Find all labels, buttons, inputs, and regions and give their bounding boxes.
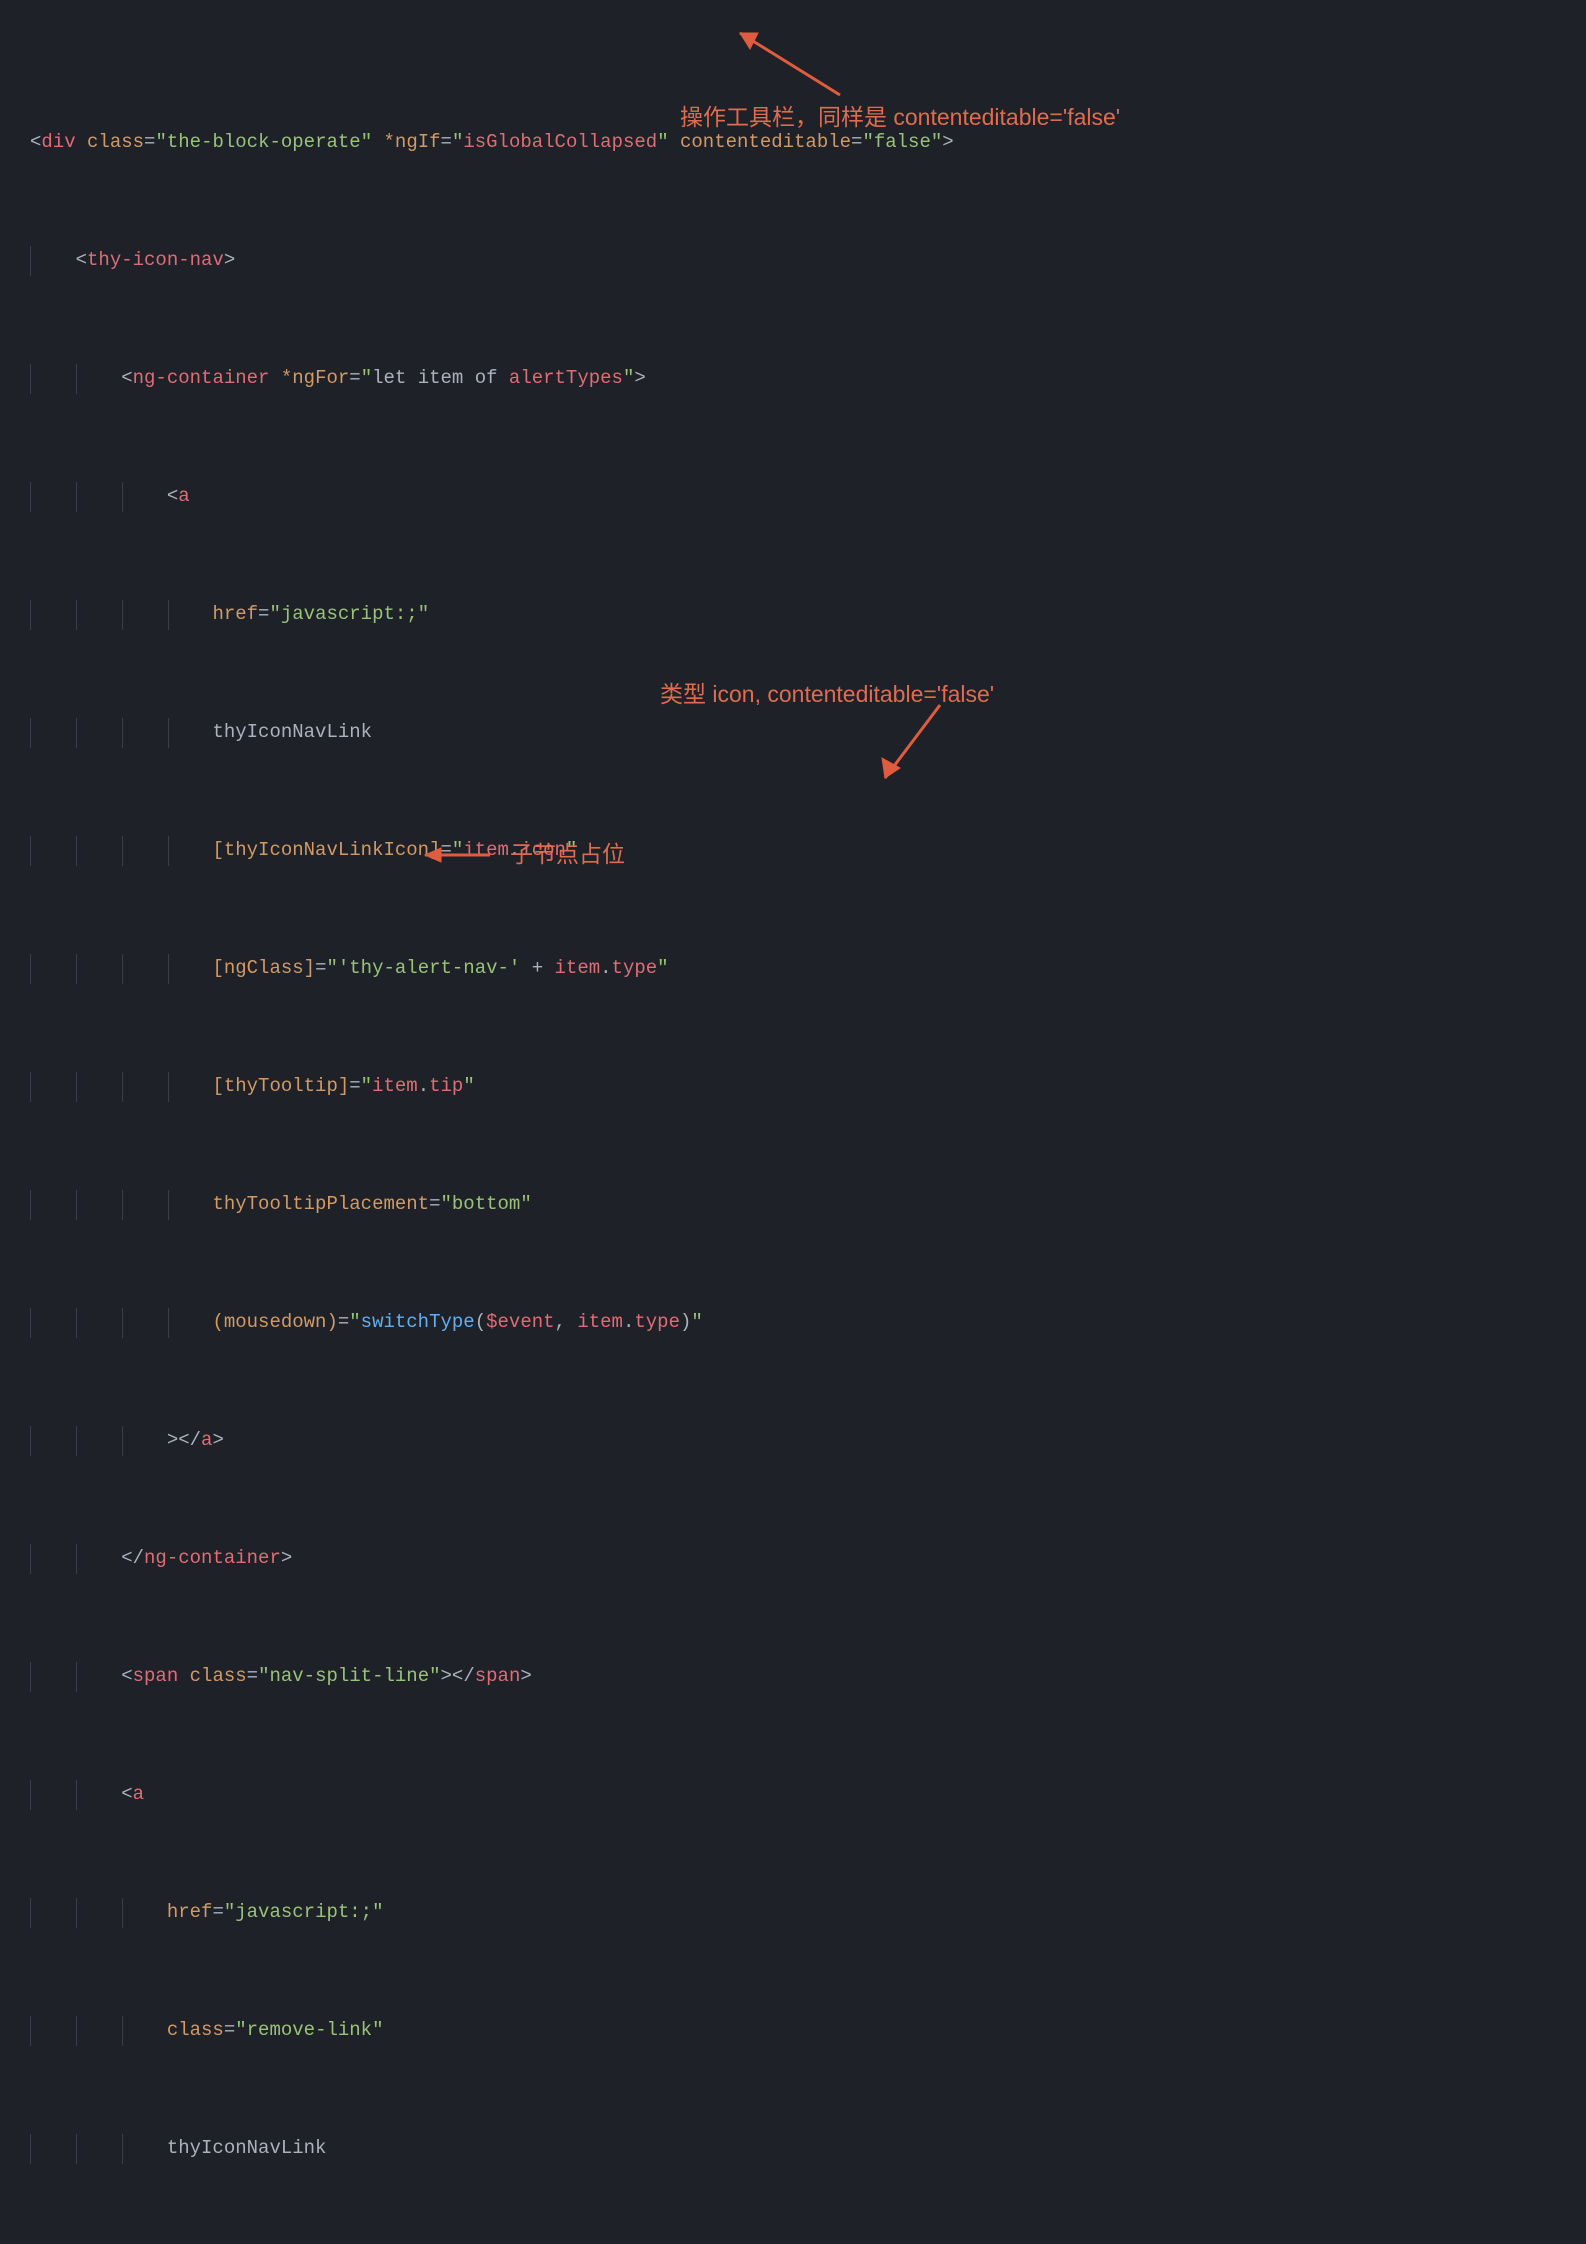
bracket: > [212, 1429, 223, 1451]
bracket: ></ [167, 1429, 201, 1451]
attr-value: false [874, 131, 931, 153]
attr-name: class [190, 1665, 247, 1687]
code-line[interactable]: <ng-container *ngFor="let item of alertT… [0, 364, 1586, 394]
attr-name: *ngFor [281, 367, 349, 389]
code-line[interactable]: [ngClass]="'thy-alert-nav-' + item.type" [0, 954, 1586, 984]
attr-name: [thyTooltip] [212, 1075, 349, 1097]
code-line[interactable]: [thyIconNavLinkIcon]="item.icon" [0, 836, 1586, 866]
annotation-icon: 类型 icon, contenteditable='false' [660, 680, 994, 710]
code-line[interactable]: <span class="nav-split-line"></span> [0, 1662, 1586, 1692]
attr-name: thyIconNavLink [212, 721, 372, 743]
tag-name: div [41, 131, 75, 153]
code-line[interactable]: thyTooltipPlacement="bottom" [0, 1190, 1586, 1220]
attr-value: let item of [372, 367, 509, 389]
attr-name: href [212, 603, 258, 625]
attr-name: thyTooltipPlacement [212, 1193, 429, 1215]
plus-op: + [520, 957, 554, 979]
code-line[interactable]: href="javascript:;" [0, 1898, 1586, 1928]
attr-value: the-block-operate [167, 131, 361, 153]
tag-name: thy-icon-nav [87, 249, 224, 271]
code-line[interactable]: thyIconNavLink [0, 718, 1586, 748]
attr-name: (mousedown) [212, 1311, 337, 1333]
code-line[interactable]: </ng-container> [0, 1544, 1586, 1574]
code-line[interactable]: <a [0, 482, 1586, 512]
code-line[interactable]: ></a> [0, 1426, 1586, 1456]
attr-value: remove-link [247, 2019, 372, 2041]
attr-name: class [87, 131, 144, 153]
annotation-toolbar: 操作工具栏，同样是 contenteditable='false' [680, 103, 1120, 133]
code-line[interactable]: <a [0, 1780, 1586, 1810]
code-line[interactable]: href="javascript:;" [0, 600, 1586, 630]
attr-value: bottom [452, 1193, 520, 1215]
tag-name: ng-container [144, 1547, 281, 1569]
fn-name: switchType [361, 1311, 475, 1333]
attr-name: [ngClass] [212, 957, 315, 979]
attr-value: isGlobalCollapsed [463, 131, 657, 153]
attr-value: alertTypes [509, 367, 623, 389]
attr-value: javascript:; [235, 1901, 372, 1923]
code-line[interactable]: <thy-icon-nav> [0, 246, 1586, 276]
tag-name: a [178, 485, 189, 507]
code-line[interactable]: [thyTooltip]="item.tip" [0, 1072, 1586, 1102]
code-line[interactable]: class="remove-link" [0, 2016, 1586, 2046]
arg: $event [486, 1311, 554, 1333]
code-line[interactable]: thyIconNavLink [0, 2134, 1586, 2164]
tag-name: a [133, 1783, 144, 1805]
tag-name: a [201, 1429, 212, 1451]
code-editor[interactable]: <div class="the-block-operate" *ngIf="is… [0, 0, 1586, 2244]
tag-name: ng-container [133, 367, 270, 389]
attr-value: nav-split-line [269, 1665, 429, 1687]
attr-name: *ngIf [384, 131, 441, 153]
attr-name: thyIconNavLink [167, 2137, 327, 2159]
tag-name: span [475, 1665, 521, 1687]
attr-value: 'thy-alert-nav-' [338, 957, 520, 979]
attr-name: [thyIconNavLinkIcon] [212, 839, 440, 861]
tag-name: span [133, 1665, 179, 1687]
attr-value: javascript:; [281, 603, 418, 625]
code-line[interactable]: (mousedown)="switchType($event, item.typ… [0, 1308, 1586, 1338]
attr-name: class [167, 2019, 224, 2041]
arg-sep: , [555, 1311, 578, 1333]
annotation-slot: 子节点占位 [510, 840, 625, 870]
attr-name: contenteditable [680, 131, 851, 153]
attr-name: href [167, 1901, 213, 1923]
